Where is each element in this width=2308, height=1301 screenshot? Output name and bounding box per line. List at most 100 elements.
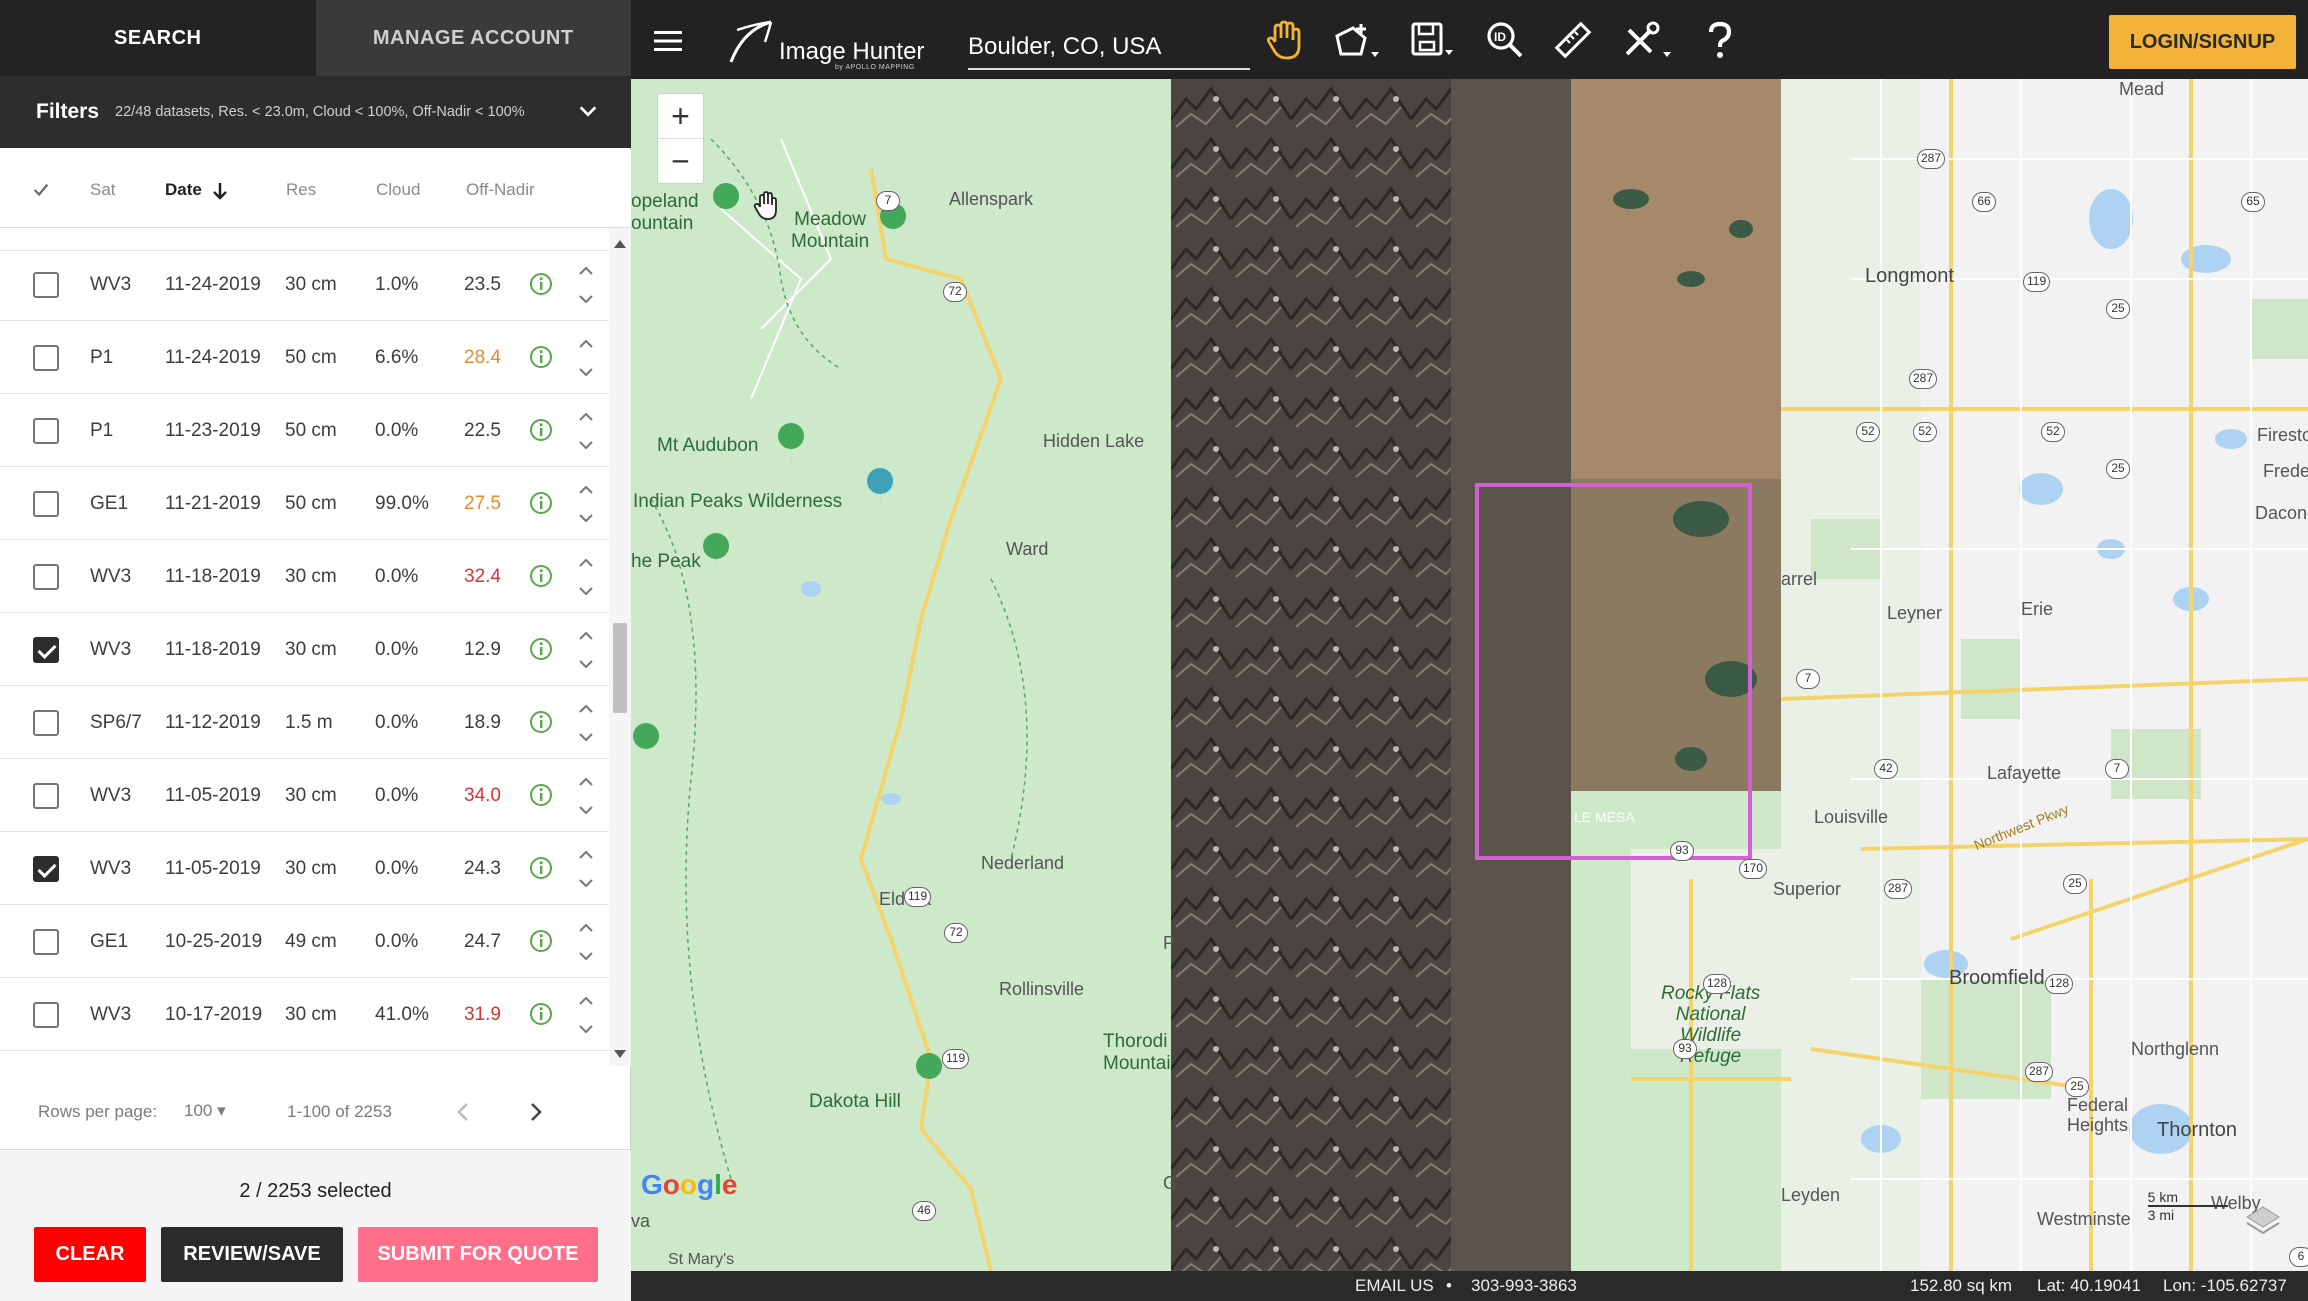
cell-date: 11-23-2019 (165, 420, 261, 441)
table-row[interactable]: WV3 11-05-2019 30 cm 0.0% 34.0 (0, 759, 610, 832)
row-checkbox[interactable] (33, 1002, 59, 1028)
rows-per-page-select[interactable]: 100 ▾ (184, 1101, 226, 1121)
column-cloud[interactable]: Cloud (376, 180, 420, 200)
column-date[interactable]: Date (165, 180, 202, 200)
ruler-icon[interactable] (1553, 20, 1593, 60)
tools-icon[interactable] (1621, 20, 1673, 62)
next-page-icon[interactable] (528, 1102, 544, 1122)
info-icon[interactable] (529, 637, 553, 661)
expand-row-icon[interactable] (576, 262, 596, 308)
expand-row-icon[interactable] (576, 481, 596, 527)
zoom-out-button[interactable]: − (658, 139, 703, 184)
map-label-peak: he Peak (631, 551, 701, 572)
email-us-link[interactable]: EMAIL US (1355, 1276, 1434, 1296)
layers-icon[interactable] (2243, 1199, 2283, 1235)
pan-hand-icon[interactable] (1265, 20, 1301, 62)
column-sat[interactable]: Sat (90, 180, 116, 200)
info-icon[interactable] (529, 491, 553, 515)
location-search-input[interactable] (968, 26, 1250, 70)
map-label-p: P (1163, 933, 1176, 953)
draw-aoi-icon[interactable] (1331, 20, 1381, 62)
info-icon[interactable] (529, 929, 553, 953)
scroll-thumb[interactable] (613, 623, 627, 713)
expand-row-icon[interactable] (576, 627, 596, 673)
expand-row-icon[interactable] (576, 919, 596, 965)
column-off-nadir[interactable]: Off-Nadir (466, 180, 535, 200)
zoom-in-button[interactable]: + (658, 94, 703, 139)
highway-shield: 52 (1913, 422, 1937, 442)
top-toolbar: Image Hunter by APOLLO MAPPING ID LOGIN/… (631, 0, 2308, 79)
cell-res: 30 cm (285, 566, 337, 587)
row-checkbox[interactable] (33, 564, 59, 590)
expand-row-icon[interactable] (576, 335, 596, 381)
prev-page-icon[interactable] (455, 1102, 471, 1122)
table-row[interactable]: SP6/7 11-12-2019 1.5 m 0.0% 18.9 (0, 686, 610, 759)
arrow-down-icon[interactable] (211, 181, 229, 201)
tab-search[interactable]: SEARCH (0, 0, 316, 76)
row-checkbox[interactable] (33, 710, 59, 736)
highway-shield: 42 (1874, 759, 1898, 779)
info-icon[interactable] (529, 345, 553, 369)
map-canvas[interactable]: opeland ountain Meadow Mountain Allenspark… (631, 79, 2308, 1271)
table-row[interactable]: WV3 11-18-2019 30 cm 0.0% 12.9 (0, 613, 610, 686)
table-scrollbar[interactable] (609, 228, 631, 1066)
table-row[interactable]: P1 11-23-2019 50 cm 0.0% 22.5 (0, 394, 610, 467)
save-icon[interactable] (1409, 20, 1457, 62)
row-checkbox[interactable] (33, 491, 59, 517)
info-icon[interactable] (529, 783, 553, 807)
column-res[interactable]: Res (286, 180, 316, 200)
map-label-thornton: Thornton (2157, 1119, 2238, 1141)
expand-row-icon[interactable] (576, 773, 596, 819)
table-row[interactable]: WV3 11-05-2019 30 cm 0.0% 24.3 (0, 832, 610, 905)
table-row[interactable]: GE1 10-25-2019 49 cm 0.0% 24.7 (0, 905, 610, 978)
cell-sat: WV3 (90, 858, 132, 879)
map-label-rollinsville: Rollinsville (999, 979, 1085, 999)
highway-shield: 52 (2041, 422, 2065, 442)
row-checkbox[interactable] (33, 345, 59, 371)
table-row[interactable]: GE1 11-21-2019 50 cm 99.0% 27.5 (0, 467, 610, 540)
scroll-up-icon[interactable] (614, 240, 626, 248)
panel-tabs: SEARCH MANAGE ACCOUNT (0, 0, 631, 76)
row-checkbox[interactable] (33, 637, 59, 663)
info-icon[interactable] (529, 710, 553, 734)
expand-row-icon[interactable] (576, 408, 596, 454)
info-icon[interactable] (529, 564, 553, 588)
help-icon[interactable] (1705, 20, 1735, 60)
cell-cloud: 0.0% (375, 931, 419, 952)
cell-off-nadir: 23.5 (464, 274, 501, 295)
row-checkbox[interactable] (33, 272, 59, 298)
table-row[interactable]: WV3 11-18-2019 30 cm 0.0% 32.4 (0, 540, 610, 613)
scroll-down-icon[interactable] (614, 1050, 626, 1058)
table-row[interactable]: WV3 11-24-2019 30 cm 1.0% 23.5 (0, 248, 610, 321)
cell-cloud: 0.0% (375, 639, 419, 660)
highway-shield: 65 (2241, 192, 2265, 212)
expand-row-icon[interactable] (576, 700, 596, 746)
submit-for-quote-button[interactable]: SUBMIT FOR QUOTE (358, 1227, 598, 1282)
chevron-down-icon[interactable] (577, 100, 599, 122)
expand-row-icon[interactable] (576, 846, 596, 892)
hamburger-menu-icon[interactable] (652, 28, 684, 54)
info-icon[interactable] (529, 418, 553, 442)
search-id-icon[interactable]: ID (1485, 20, 1525, 60)
table-row[interactable]: WV3 10-17-2019 30 cm 41.0% 31.9 (0, 978, 610, 1051)
highway-shield: 170 (1739, 859, 1768, 879)
highway-shield: 25 (2065, 1077, 2089, 1097)
row-checkbox[interactable] (33, 929, 59, 955)
login-signup-button[interactable]: LOGIN/SIGNUP (2109, 15, 2296, 69)
filters-bar[interactable]: Filters 22/48 datasets, Res. < 23.0m, Cl… (0, 76, 631, 148)
check-all-icon[interactable] (32, 181, 50, 199)
clear-button[interactable]: CLEAR (34, 1227, 146, 1282)
expand-row-icon[interactable] (576, 992, 596, 1038)
row-checkbox[interactable] (33, 856, 59, 882)
tab-manage-account[interactable]: MANAGE ACCOUNT (315, 0, 631, 76)
expand-row-icon[interactable] (576, 554, 596, 600)
row-checkbox[interactable] (33, 783, 59, 809)
info-icon[interactable] (529, 856, 553, 880)
review-save-button[interactable]: REVIEW/SAVE (161, 1227, 343, 1282)
highway-shield: 72 (944, 923, 968, 943)
row-checkbox[interactable] (33, 418, 59, 444)
info-icon[interactable] (529, 1002, 553, 1026)
table-row[interactable]: P1 11-24-2019 50 cm 6.6% 28.4 (0, 321, 610, 394)
info-icon[interactable] (529, 272, 553, 296)
map-label-st-marys: St Mary's (668, 1251, 735, 1268)
